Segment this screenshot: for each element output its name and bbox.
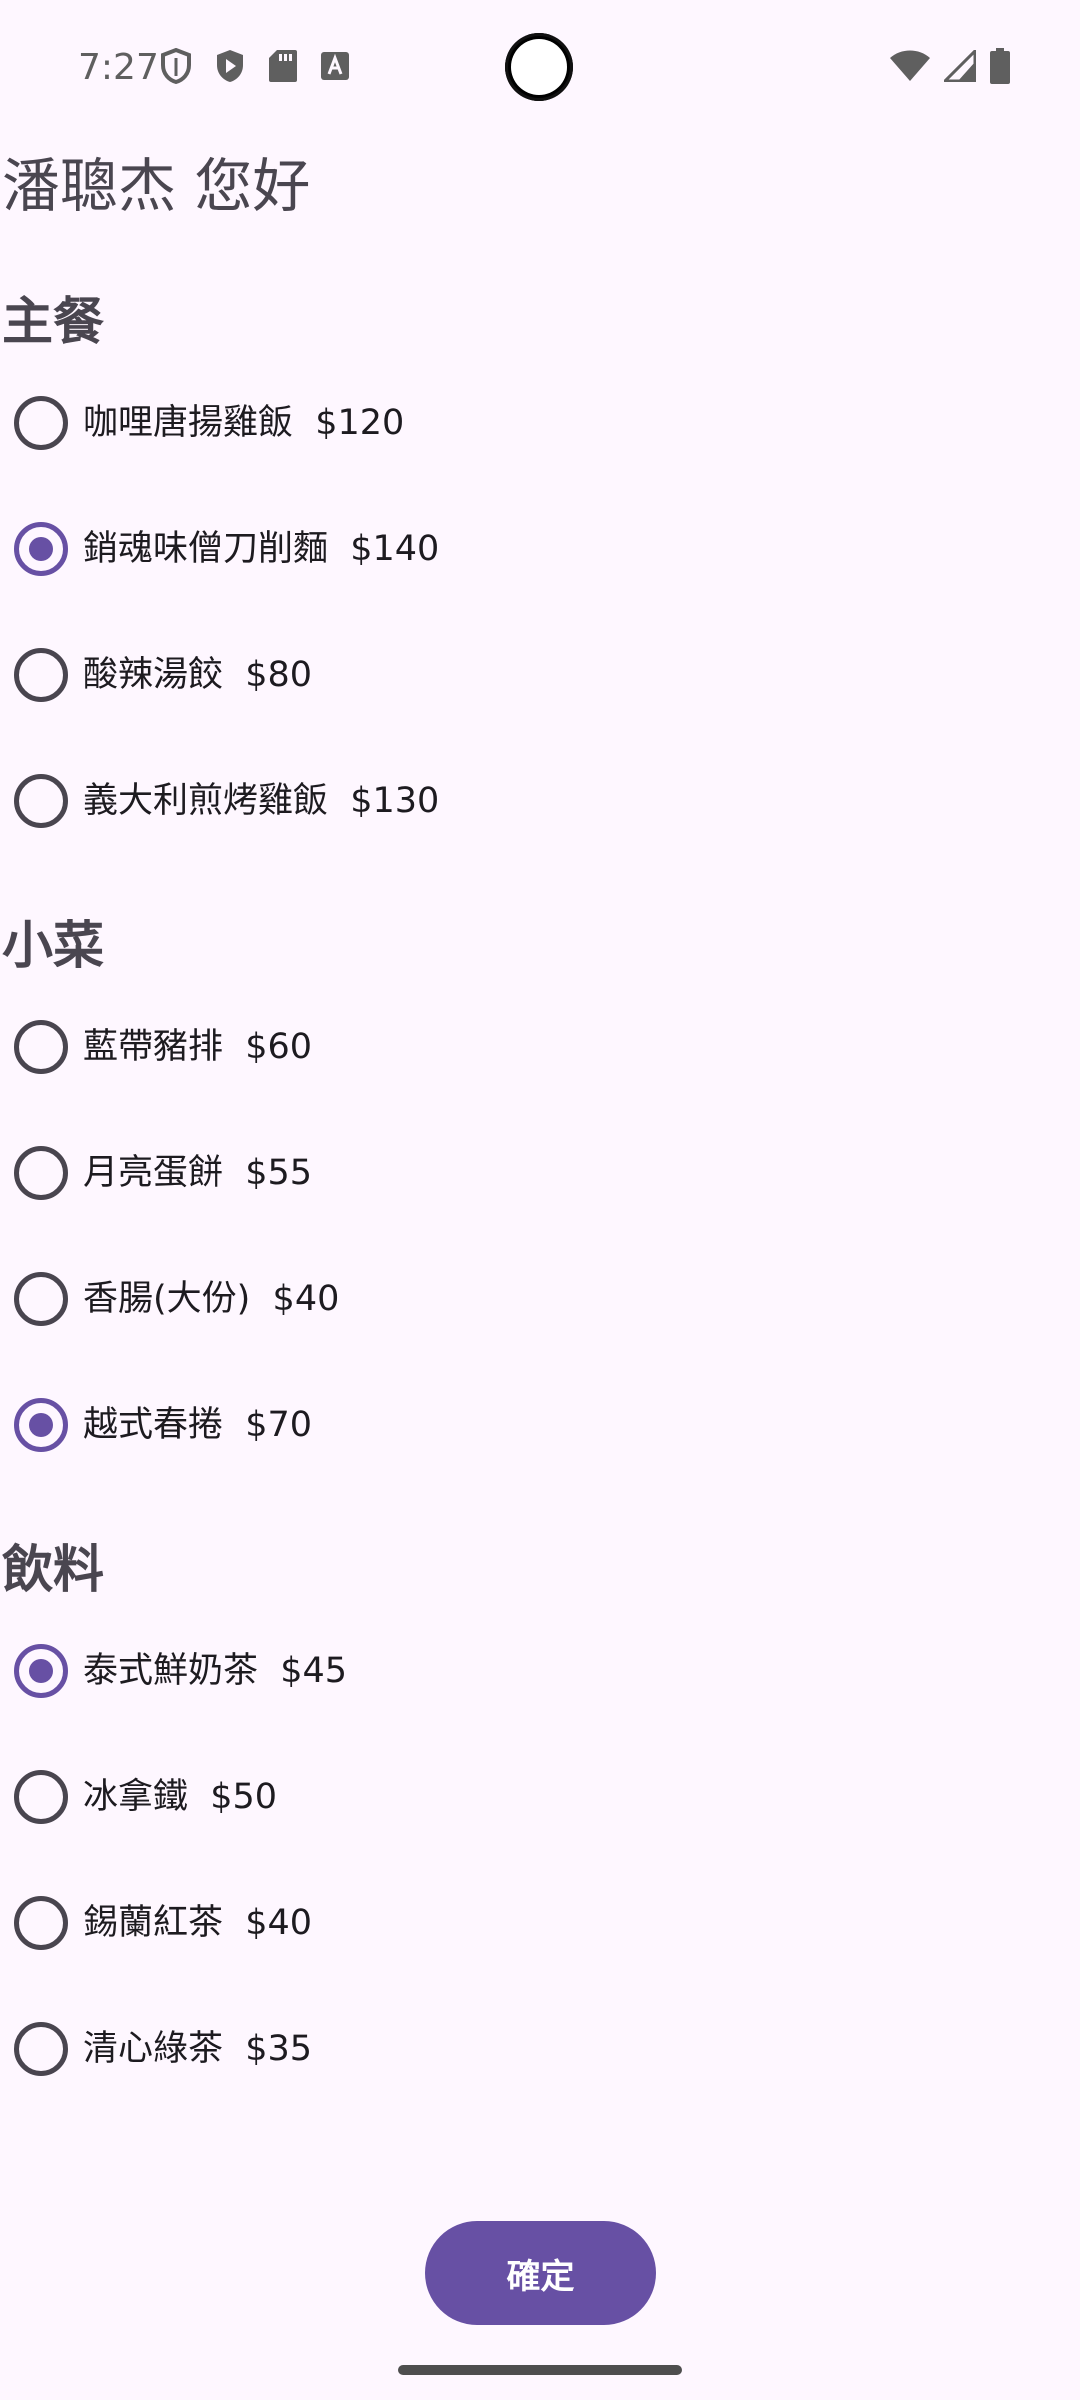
option-label: 清心綠茶 $35 — [83, 2029, 313, 2069]
play-shield-icon — [214, 48, 246, 84]
option-label: 泰式鮮奶茶 $45 — [83, 1651, 348, 1691]
status-notification-icons — [160, 48, 350, 84]
option-label: 月亮蛋餅 $55 — [83, 1153, 313, 1193]
radio-button[interactable] — [0, 1257, 83, 1341]
option-drink-2[interactable]: 錫蘭紅茶 $40 — [0, 1860, 700, 1986]
option-label: 咖哩唐揚雞飯 $120 — [83, 403, 405, 443]
section-title-main: 主餐 — [2, 293, 105, 352]
confirm-button[interactable]: 確定 — [425, 2221, 656, 2325]
gesture-nav-handle[interactable] — [398, 2365, 682, 2375]
wifi-icon — [890, 50, 930, 82]
a-notification-icon — [320, 51, 350, 81]
sd-card-icon — [268, 49, 298, 83]
option-main-0[interactable]: 咖哩唐揚雞飯 $120 — [0, 360, 700, 486]
option-side-3[interactable]: 越式春捲 $70 — [0, 1362, 700, 1488]
option-side-2[interactable]: 香腸(大份) $40 — [0, 1236, 700, 1362]
status-bar: 7:27 — [0, 0, 1080, 136]
option-side-0[interactable]: 藍帶豬排 $60 — [0, 984, 700, 1110]
radio-button-checked[interactable] — [0, 1629, 83, 1713]
status-system-icons — [890, 48, 1010, 84]
option-label: 藍帶豬排 $60 — [83, 1027, 313, 1067]
option-label: 銷魂味僧刀削麵 $140 — [83, 529, 440, 569]
radio-button-checked[interactable] — [0, 507, 83, 591]
section-title-side: 小菜 — [2, 917, 105, 976]
greeting-text: 潘聰杰 您好 — [2, 152, 311, 220]
option-main-3[interactable]: 義大利煎烤雞飯 $130 — [0, 738, 700, 864]
option-main-2[interactable]: 酸辣湯餃 $80 — [0, 612, 700, 738]
camera-cutout — [505, 33, 573, 101]
radio-button[interactable] — [0, 633, 83, 717]
radio-button[interactable] — [0, 2007, 83, 2091]
signal-icon — [944, 50, 976, 82]
battery-icon — [990, 48, 1010, 84]
order-screen: 7:27 潘聰杰 您好 主餐 咖哩唐揚雞飯 $120 銷魂味僧刀削麵 $140 … — [0, 0, 1080, 2400]
radio-button[interactable] — [0, 1131, 83, 1215]
option-main-1[interactable]: 銷魂味僧刀削麵 $140 — [0, 486, 700, 612]
status-time: 7:27 — [78, 47, 159, 88]
option-drink-1[interactable]: 冰拿鐵 $50 — [0, 1734, 700, 1860]
option-label: 義大利煎烤雞飯 $130 — [83, 781, 440, 821]
option-label: 錫蘭紅茶 $40 — [83, 1903, 313, 1943]
radio-button[interactable] — [0, 1881, 83, 1965]
radio-button[interactable] — [0, 759, 83, 843]
section-title-drinks: 飲料 — [2, 1541, 105, 1600]
option-label: 越式春捲 $70 — [83, 1405, 313, 1445]
option-label: 香腸(大份) $40 — [83, 1279, 340, 1319]
radio-button-checked[interactable] — [0, 1383, 83, 1467]
radio-button[interactable] — [0, 1005, 83, 1089]
option-side-1[interactable]: 月亮蛋餅 $55 — [0, 1110, 700, 1236]
radio-button[interactable] — [0, 1755, 83, 1839]
option-label: 冰拿鐵 $50 — [83, 1777, 278, 1817]
option-drink-3[interactable]: 清心綠茶 $35 — [0, 1986, 700, 2112]
radio-button[interactable] — [0, 381, 83, 465]
option-label: 酸辣湯餃 $80 — [83, 655, 313, 695]
shield-outline-icon — [160, 48, 192, 84]
option-drink-0[interactable]: 泰式鮮奶茶 $45 — [0, 1608, 700, 1734]
